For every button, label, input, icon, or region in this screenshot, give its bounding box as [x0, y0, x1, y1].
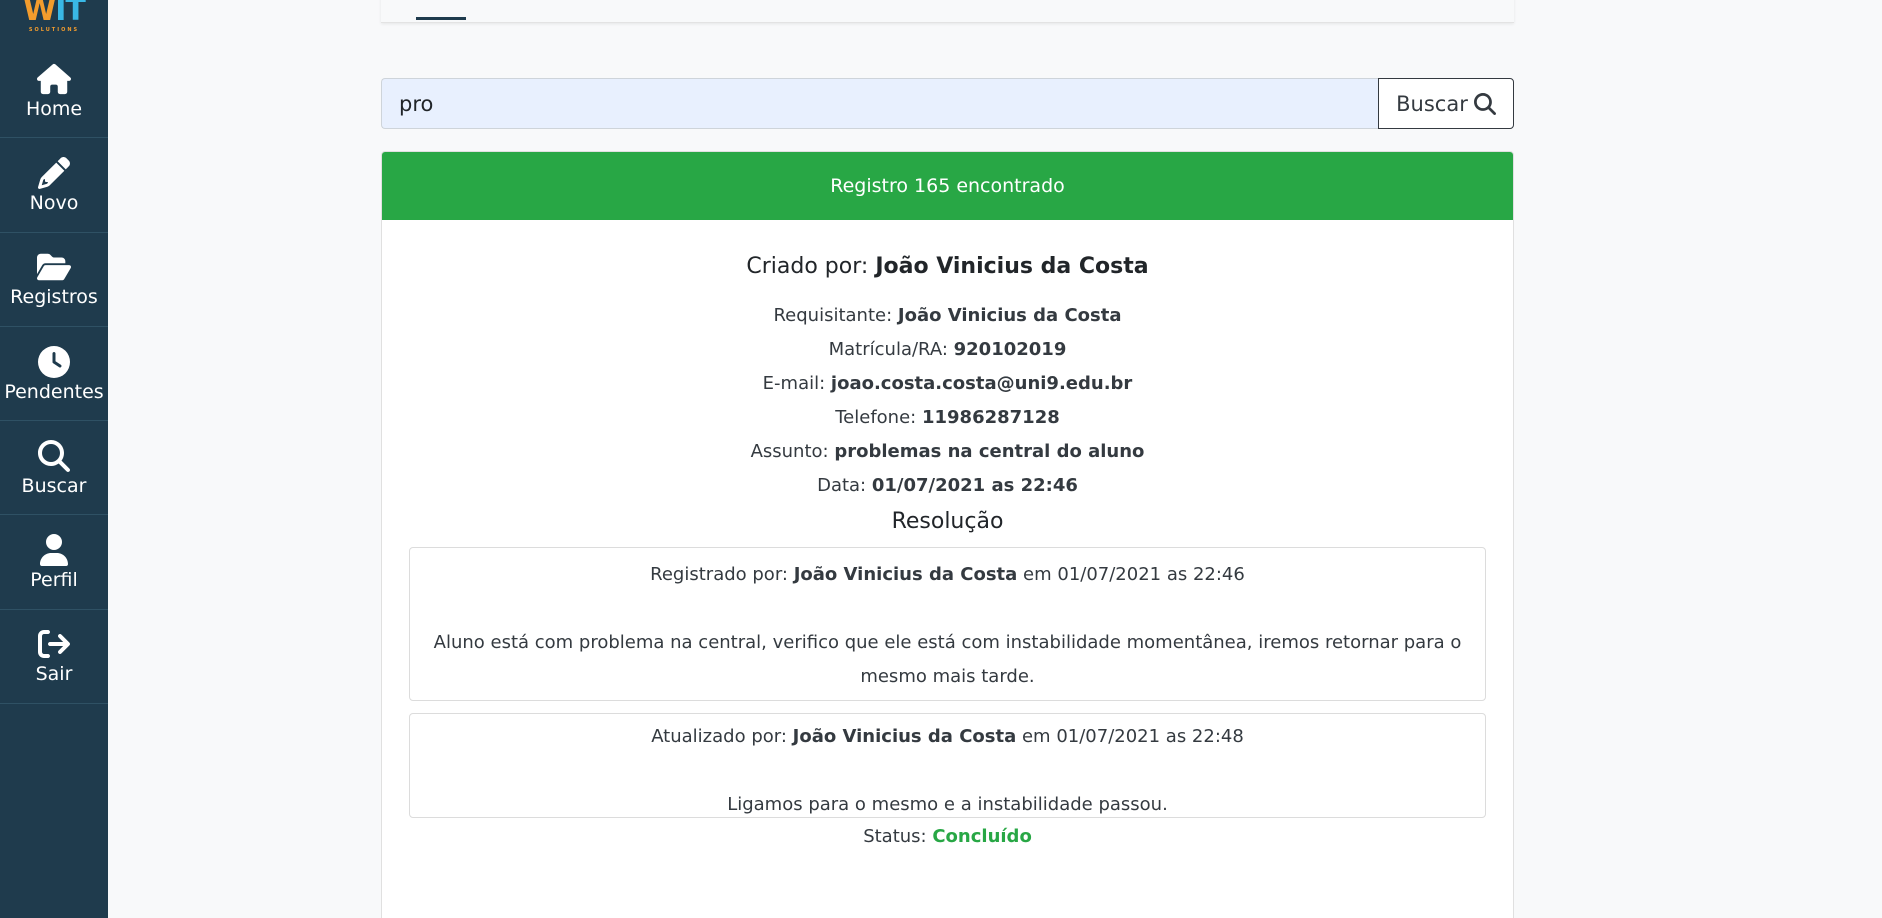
field-data: Data: 01/07/2021 as 22:46	[817, 475, 1078, 496]
search-form: Buscar	[381, 78, 1514, 129]
field-matricula: Matrícula/RA: 920102019	[828, 339, 1067, 360]
sidebar-item-label: Novo	[29, 191, 79, 214]
sidebar-item-pendentes[interactable]: Pendentes	[0, 327, 108, 422]
top-card	[381, 0, 1514, 23]
active-tab-indicator	[416, 17, 466, 20]
field-assunto: Assunto: problemas na central do aluno	[750, 441, 1145, 462]
user-icon	[36, 533, 72, 567]
sidebar-item-label: Pendentes	[4, 380, 104, 403]
entry-text: Ligamos para o mesmo e a instabilidade p…	[727, 794, 1168, 815]
entry-meta: Registrado por: João Vinicius da Costa e…	[650, 564, 1245, 585]
sidebar-item-novo[interactable]: Novo	[0, 138, 108, 233]
logo[interactable]: WIT SOLUTIONS	[0, 0, 108, 44]
entry-text: Aluno está com problema na central, veri…	[433, 632, 1462, 687]
record-header: Registro 165 encontrado	[382, 152, 1513, 220]
sidebar-item-label: Registros	[10, 286, 98, 309]
sidebar-item-registros[interactable]: Registros	[0, 233, 108, 327]
sidebar: WIT SOLUTIONS Home Novo Registros Penden…	[0, 0, 108, 918]
sidebar-item-perfil[interactable]: Perfil	[0, 515, 108, 610]
resolution-title: Resolução	[891, 509, 1004, 534]
search-icon	[36, 439, 72, 473]
record-fields: Requisitante: João Vinicius da Costa Mat…	[382, 299, 1513, 503]
sidebar-item-label: Home	[25, 97, 83, 120]
sidebar-item-sair[interactable]: Sair	[0, 610, 108, 705]
sidebar-item-label: Perfil	[30, 569, 78, 592]
record-card: Registro 165 encontrado Criado por: João…	[381, 151, 1514, 918]
clock-icon	[36, 345, 72, 379]
search-button[interactable]: Buscar	[1378, 78, 1514, 129]
entry-meta: Atualizado por: João Vinicius da Costa e…	[651, 726, 1244, 747]
logo-mark: WIT SOLUTIONS	[23, 0, 86, 33]
resolution-entry: Atualizado por: João Vinicius da Costa e…	[409, 713, 1486, 818]
search-button-label: Buscar	[1396, 91, 1468, 116]
resolution-entry: Registrado por: João Vinicius da Costa e…	[409, 547, 1486, 701]
created-by: Criado por: João Vinicius da Costa	[746, 254, 1149, 279]
status-line: Status: Concluído	[863, 826, 1032, 847]
record-body: Criado por: João Vinicius da Costa Requi…	[382, 254, 1513, 854]
folder-open-icon	[36, 250, 72, 284]
search-input[interactable]	[381, 78, 1378, 129]
search-icon	[1473, 92, 1496, 115]
pencil-icon	[36, 156, 72, 190]
sidebar-item-label: Buscar	[21, 474, 87, 497]
status-value: Concluído	[932, 826, 1032, 847]
home-icon	[36, 62, 72, 96]
field-requisitante: Requisitante: João Vinicius da Costa	[773, 305, 1122, 326]
sidebar-item-buscar[interactable]: Buscar	[0, 421, 108, 516]
sidebar-item-label: Sair	[35, 663, 73, 686]
sidebar-item-home[interactable]: Home	[0, 44, 108, 139]
field-telefone: Telefone: 11986287128	[835, 407, 1060, 428]
sign-out-icon	[36, 627, 72, 661]
field-email: E-mail: joao.costa.costa@uni9.edu.br	[762, 373, 1133, 394]
